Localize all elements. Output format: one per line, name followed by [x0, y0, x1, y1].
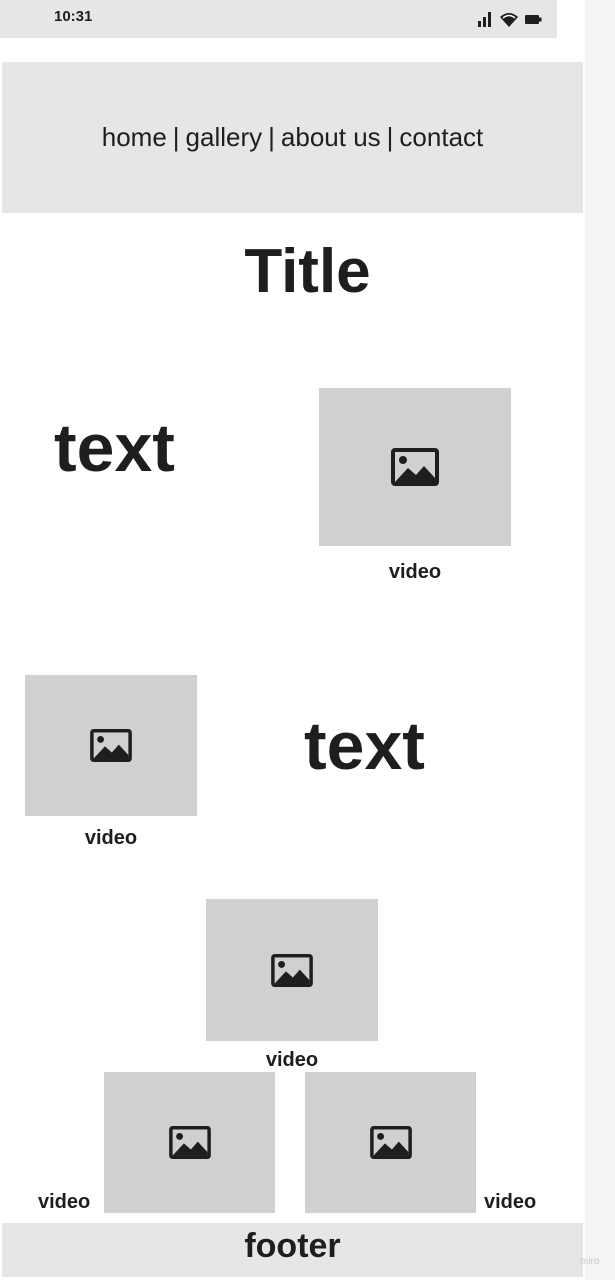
- row2-video-placeholder[interactable]: [25, 675, 197, 816]
- miro-watermark: miro: [580, 1256, 600, 1267]
- nav-separator: |: [268, 122, 275, 152]
- nav-separator: |: [172, 122, 180, 152]
- nav-bar: home | gallery | about us | contact: [2, 62, 583, 213]
- row2-text: text: [304, 708, 425, 784]
- page-title: Title: [244, 237, 371, 306]
- bottom-left-video-caption: video: [38, 1191, 91, 1213]
- status-icons: [478, 12, 542, 27]
- center-video-caption: video: [265, 1049, 319, 1071]
- image-icon: [271, 953, 313, 987]
- status-time: 10:31: [54, 8, 93, 25]
- nav-link-home[interactable]: home: [102, 122, 167, 153]
- row1-video-caption: video: [388, 561, 442, 583]
- battery-icon: [525, 15, 542, 24]
- nav-separator: |: [386, 122, 394, 152]
- image-icon: [391, 448, 439, 486]
- center-video-placeholder[interactable]: [206, 899, 378, 1041]
- image-icon: [369, 1126, 412, 1159]
- row1-text: text: [54, 410, 175, 486]
- nav-link-gallery[interactable]: gallery: [186, 122, 263, 153]
- footer: footer: [2, 1223, 583, 1277]
- wifi-icon: [500, 13, 518, 27]
- footer-label: footer: [244, 1227, 341, 1265]
- nav-link-contact[interactable]: contact: [399, 122, 483, 153]
- nav-links: home | gallery | about us | contact: [2, 62, 583, 213]
- status-bar: 10:31: [0, 0, 557, 38]
- row1-video-placeholder[interactable]: [319, 388, 511, 546]
- bottom-left-video-placeholder[interactable]: [104, 1072, 275, 1213]
- nav-link-about-us[interactable]: about us: [281, 122, 381, 153]
- signal-icon: [478, 12, 491, 27]
- row2-video-caption: video: [84, 827, 138, 849]
- bottom-right-video-placeholder[interactable]: [305, 1072, 476, 1213]
- image-icon: [90, 729, 132, 762]
- image-icon: [168, 1126, 211, 1159]
- bottom-right-video-caption: video: [484, 1191, 537, 1213]
- phone-screen: 10:31 home | gallery | about us | contac…: [0, 0, 585, 1280]
